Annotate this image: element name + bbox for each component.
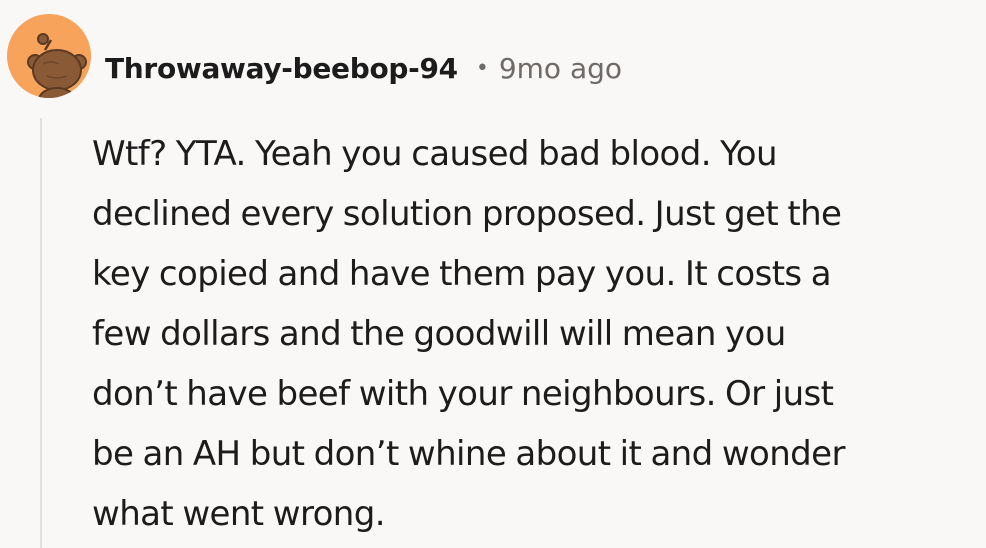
comment: Throwaway-beebop-94 • 9mo ago Wtf? YTA. …: [0, 0, 986, 548]
comment-meta: Throwaway-beebop-94 • 9mo ago: [105, 46, 622, 90]
comment-line: what went wrong.: [92, 494, 386, 534]
comment-line: key copied and have them pay you. It cos…: [92, 254, 832, 294]
user-avatar[interactable]: [7, 14, 91, 98]
comment-timestamp[interactable]: 9mo ago: [499, 52, 622, 85]
comment-body: Wtf? YTA. Yeah you caused bad blood. You…: [92, 124, 972, 544]
username-link[interactable]: Throwaway-beebop-94: [105, 52, 458, 85]
comment-line: be an AH but don’t whine about it and wo…: [92, 434, 845, 474]
meta-separator: •: [475, 55, 489, 81]
comment-line: declined every solution proposed. Just g…: [92, 194, 842, 234]
comment-line: few dollars and the goodwill will mean y…: [92, 314, 786, 354]
thread-line[interactable]: [40, 118, 42, 548]
comment-line: don’t have beef with your neighbours. Or…: [92, 374, 834, 414]
snoo-avatar-icon: [27, 33, 87, 98]
comment-line: Wtf? YTA. Yeah you caused bad blood. You: [92, 134, 778, 174]
